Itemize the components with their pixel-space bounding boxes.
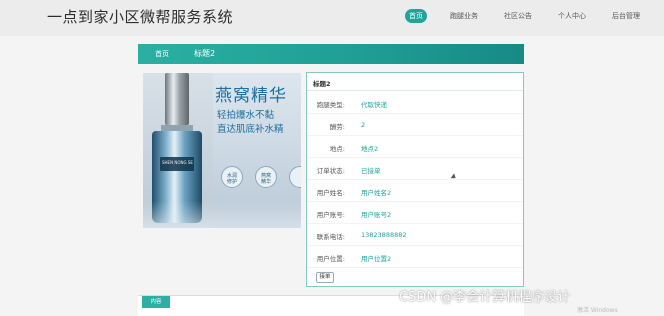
breadcrumb-home[interactable]: 首页 xyxy=(155,49,169,59)
product-image-title: 燕窝精华 xyxy=(215,86,287,106)
detail-label: 用户位置: xyxy=(316,255,345,263)
detail-value: 用户位置2 xyxy=(361,255,392,263)
accept-order-button[interactable]: 接单 xyxy=(316,272,334,283)
detail-row-phone: 联系电话: 13823888882 xyxy=(307,224,523,246)
site-brand: 一点到家小区微帮服务系统 xyxy=(47,8,234,26)
csdn-watermark: CSDN @李会计算机程序设计 xyxy=(399,290,571,305)
bottle-label-text: SHEN NONG SE xyxy=(162,160,193,165)
windows-activation-watermark: 激活 Windows xyxy=(577,307,618,314)
detail-label: 用户账号: xyxy=(316,211,345,219)
nav-admin[interactable]: 后台管理 xyxy=(611,9,641,23)
nav-home[interactable]: 首页 xyxy=(405,9,427,23)
order-detail-panel: 标题2 跑腿类型: 代取快递 酬劳: 2 地点: 地点2 订单状态: 已接单 用… xyxy=(306,72,524,287)
nav-personal-center[interactable]: 个人中心 xyxy=(557,9,587,23)
detail-label: 地点: xyxy=(329,145,345,153)
top-header: 一点到家小区微帮服务系统 首页 跑腿业务 社区公告 个人中心 后台管理 xyxy=(0,0,664,36)
product-badge-1-line2: 修护 xyxy=(226,179,237,185)
detail-row-order-status: 订单状态: 已接单 xyxy=(307,158,523,180)
detail-value: 用户姓名2 xyxy=(361,189,392,197)
detail-row-user-name: 用户姓名: 用户姓名2 xyxy=(307,180,523,202)
detail-row-user-account: 用户账号: 用户账号2 xyxy=(307,202,523,224)
detail-row-location: 地点: 地点2 xyxy=(307,136,523,158)
product-image-line2: 直达肌底补水精 xyxy=(217,124,284,135)
product-floor-reflection xyxy=(143,201,301,228)
detail-header: 标题2 xyxy=(307,73,523,91)
detail-title: 标题2 xyxy=(313,80,331,88)
product-badge-1: 水润 修护 xyxy=(221,166,243,188)
nav-community-notice[interactable]: 社区公告 xyxy=(503,9,533,23)
detail-value: 用户账号2 xyxy=(361,211,392,219)
detail-label: 联系电话: xyxy=(316,233,345,241)
nav-errand-business[interactable]: 跑腿业务 xyxy=(449,9,479,23)
detail-value: 2 xyxy=(361,121,366,129)
detail-value: 地点2 xyxy=(361,145,379,153)
detail-row-errand-type: 跑腿类型: 代取快递 xyxy=(307,92,523,114)
detail-value: 代取快递 xyxy=(361,101,387,109)
detail-value: 已接单 xyxy=(361,167,381,175)
detail-label: 跑腿类型: xyxy=(316,101,345,109)
detail-label: 酬劳: xyxy=(329,123,345,131)
product-image: SHEN NONG SE 燕窝精华 轻拍爆水不黏 直达肌底补水精 水润 修护 燕… xyxy=(143,73,301,228)
tab-content[interactable]: 内容 xyxy=(142,296,170,308)
product-badge-2-line2: 精华 xyxy=(260,179,271,185)
breadcrumb-banner: 首页 标题2 xyxy=(138,44,524,64)
product-image-line1: 轻拍爆水不黏 xyxy=(217,110,275,121)
detail-value: 13823888882 xyxy=(361,231,407,239)
detail-row-reward: 酬劳: 2 xyxy=(307,114,523,136)
detail-label: 用户姓名: xyxy=(316,189,345,197)
breadcrumb-current: 标题2 xyxy=(194,49,216,58)
product-badge-2: 燕窝 精华 xyxy=(255,166,277,188)
bottle-cap xyxy=(165,73,189,125)
bottle-label: SHEN NONG SE xyxy=(160,157,194,171)
detail-label: 订单状态: xyxy=(316,167,345,175)
product-badge-3 xyxy=(289,166,301,188)
detail-row-user-location: 用户位置: 用户位置2 xyxy=(307,246,523,268)
